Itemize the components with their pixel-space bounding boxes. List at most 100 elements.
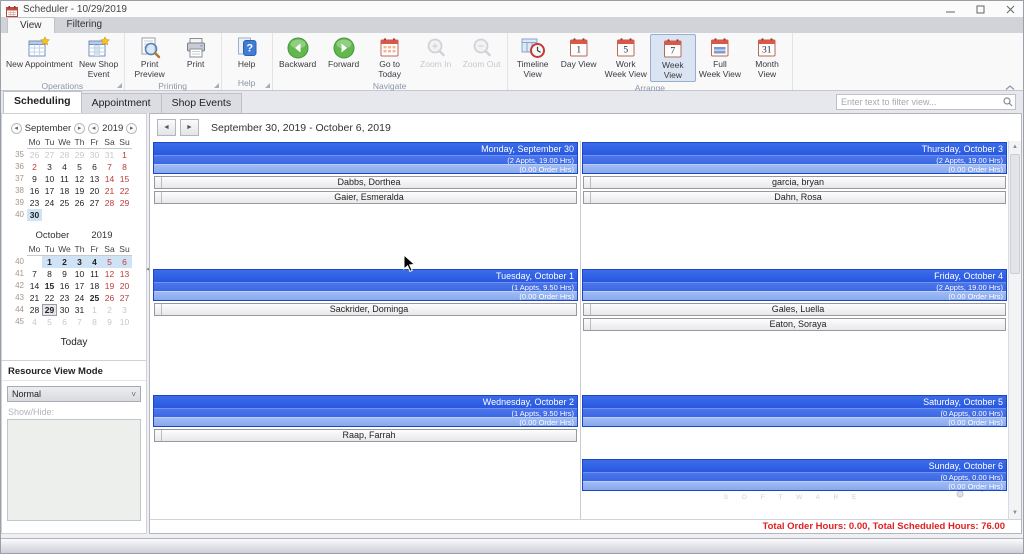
- tab-scheduling[interactable]: Scheduling: [3, 91, 82, 113]
- appointment-bar[interactable]: Dabbs, Dorthea: [154, 176, 577, 189]
- next-week-button[interactable]: ►: [180, 119, 199, 136]
- calendar-day[interactable]: 2: [102, 304, 117, 316]
- calendar-day[interactable]: 26: [72, 197, 87, 209]
- calendar-day[interactable]: 10: [42, 173, 57, 185]
- calendar-day[interactable]: 21: [102, 185, 117, 197]
- calendar-day[interactable]: 14: [102, 173, 117, 185]
- calendar-day[interactable]: 24: [72, 292, 87, 304]
- calendar-day[interactable]: 26: [27, 149, 42, 161]
- calendar-day[interactable]: 15: [117, 173, 132, 185]
- dialog-launcher-icon[interactable]: [265, 83, 270, 88]
- next-month-icon[interactable]: ▸: [74, 123, 85, 134]
- calendar-day[interactable]: 2: [27, 161, 42, 173]
- calendar-day[interactable]: 13: [117, 268, 132, 280]
- new-shop-event-button[interactable]: New ShopEvent: [76, 34, 122, 80]
- day-view-button[interactable]: 1Day View: [556, 34, 602, 71]
- calendar-day[interactable]: 29: [117, 197, 132, 209]
- calendar-day[interactable]: 19: [72, 185, 87, 197]
- calendar-day[interactable]: 6: [87, 161, 102, 173]
- today-button[interactable]: Today: [2, 337, 146, 348]
- new-appointment-button[interactable]: New Appointment: [3, 34, 76, 71]
- day-header[interactable]: Thursday, October 3(2 Appts, 19.00 Hrs)(…: [582, 142, 1007, 174]
- calendar-day[interactable]: 31: [72, 304, 87, 316]
- calendar-day[interactable]: 20: [117, 280, 132, 292]
- calendar-day[interactable]: 11: [87, 268, 102, 280]
- appointment-bar[interactable]: Raap, Farrah: [154, 429, 577, 442]
- calendar-day[interactable]: 1: [87, 304, 102, 316]
- prev-year-icon[interactable]: ◂: [88, 123, 99, 134]
- appointment-bar[interactable]: garcia, bryan: [583, 176, 1006, 189]
- day-header[interactable]: Saturday, October 5(0 Appts, 0.00 Hrs)(0…: [582, 395, 1007, 427]
- calendar-day[interactable]: 22: [42, 292, 57, 304]
- filter-input[interactable]: [837, 97, 1001, 107]
- dialog-launcher-icon[interactable]: [214, 83, 219, 88]
- calendar-day[interactable]: 16: [57, 280, 72, 292]
- week-view-button[interactable]: 7WeekView: [650, 34, 696, 82]
- calendar-day[interactable]: 12: [72, 173, 87, 185]
- calendar-day[interactable]: 30: [57, 304, 72, 316]
- calendar-day[interactable]: 26: [102, 292, 117, 304]
- day-header[interactable]: Sunday, October 6(0 Appts, 0.00 Hrs)(0.0…: [582, 459, 1007, 491]
- calendar-day[interactable]: 5: [72, 161, 87, 173]
- calendar-day[interactable]: 11: [57, 173, 72, 185]
- calendar-day[interactable]: 13: [87, 173, 102, 185]
- appointment-bar[interactable]: Gales, Luella: [583, 303, 1006, 316]
- ribbon-tab-filtering[interactable]: Filtering: [55, 17, 115, 33]
- tab-shop-events[interactable]: Shop Events: [161, 93, 243, 113]
- calendar-day[interactable]: 20: [87, 185, 102, 197]
- calendar-day[interactable]: 19: [102, 280, 117, 292]
- calendar-day[interactable]: 9: [57, 268, 72, 280]
- help-button[interactable]: ?Help: [224, 34, 270, 71]
- next-year-icon[interactable]: ▸: [126, 123, 137, 134]
- calendar-day[interactable]: 4: [27, 316, 42, 328]
- calendar-day[interactable]: 3: [42, 161, 57, 173]
- day-header[interactable]: Wednesday, October 2(1 Appts, 9.50 Hrs)(…: [153, 395, 578, 427]
- search-icon[interactable]: [1001, 97, 1015, 107]
- calendar-day[interactable]: 8: [87, 316, 102, 328]
- calendar-day[interactable]: 14: [27, 280, 42, 292]
- calendar-day[interactable]: 9: [27, 173, 42, 185]
- calendar-day[interactable]: 18: [57, 185, 72, 197]
- ribbon-tab-view[interactable]: View: [7, 17, 55, 33]
- calendar-day[interactable]: 3: [72, 256, 87, 268]
- calendar-day[interactable]: 9: [102, 316, 117, 328]
- calendar-day[interactable]: 18: [87, 280, 102, 292]
- calendar-day[interactable]: 29: [42, 304, 57, 316]
- appointment-bar[interactable]: Gaier, Esmeralda: [154, 191, 577, 204]
- calendar-day[interactable]: 22: [117, 185, 132, 197]
- calendar-day[interactable]: 23: [57, 292, 72, 304]
- calendar-day[interactable]: 7: [27, 268, 42, 280]
- calendar-day[interactable]: 23: [27, 197, 42, 209]
- calendar-day[interactable]: 28: [27, 304, 42, 316]
- work-week-view-button[interactable]: 5WorkWeek View: [602, 34, 650, 80]
- print-preview-button[interactable]: PrintPreview: [127, 34, 173, 80]
- resource-view-mode-select[interactable]: Normal ˅: [7, 386, 141, 402]
- calendar-day[interactable]: 15: [42, 280, 57, 292]
- minimize-button[interactable]: [935, 1, 965, 17]
- go-to-today-button[interactable]: Go toToday: [367, 34, 413, 80]
- calendar-day[interactable]: 17: [42, 185, 57, 197]
- calendar-day[interactable]: 7: [102, 161, 117, 173]
- calendar-day[interactable]: 1: [42, 256, 57, 268]
- appointment-bar[interactable]: Sackrider, Dominga: [154, 303, 577, 316]
- appointment-bar[interactable]: Dahn, Rosa: [583, 191, 1006, 204]
- day-header[interactable]: Tuesday, October 1(1 Appts, 9.50 Hrs)(0.…: [153, 269, 578, 301]
- calendar-day[interactable]: 10: [72, 268, 87, 280]
- previous-week-button[interactable]: ◄: [157, 119, 176, 136]
- calendar-day[interactable]: 27: [87, 197, 102, 209]
- calendar-day[interactable]: 21: [27, 292, 42, 304]
- calendar-day[interactable]: 12: [102, 268, 117, 280]
- calendar-day[interactable]: 30: [87, 149, 102, 161]
- calendar-day[interactable]: 8: [117, 161, 132, 173]
- maximize-button[interactable]: [965, 1, 995, 17]
- calendar-day[interactable]: 24: [42, 197, 57, 209]
- tab-appointment[interactable]: Appointment: [81, 93, 162, 113]
- full-week-view-button[interactable]: FullWeek View: [696, 34, 744, 80]
- prev-month-icon[interactable]: ◂: [11, 123, 22, 134]
- day-header[interactable]: Monday, September 30(2 Appts, 19.00 Hrs)…: [153, 142, 578, 174]
- appointment-bar[interactable]: Eaton, Soraya: [583, 318, 1006, 331]
- calendar-day[interactable]: 16: [27, 185, 42, 197]
- calendar-day[interactable]: 8: [42, 268, 57, 280]
- calendar-day[interactable]: 27: [42, 149, 57, 161]
- calendar-day[interactable]: 4: [57, 161, 72, 173]
